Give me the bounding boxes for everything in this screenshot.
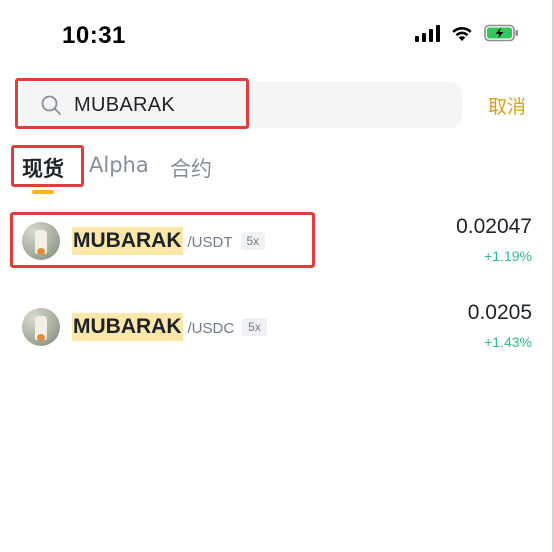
search-input[interactable]: MUBARAK [20, 82, 462, 128]
trading-pair: MUBARAK /USDT 5x [72, 227, 266, 255]
tab-alpha[interactable]: Alpha [89, 153, 149, 177]
coin-avatar [22, 308, 60, 346]
search-icon [41, 95, 61, 115]
leverage-badge: 5x [242, 318, 267, 336]
market-row-usdc[interactable]: MUBARAK /USDC 5x 0.0205 +1.43% [0, 296, 554, 360]
status-icons [415, 24, 520, 42]
trading-pair: MUBARAK /USDC 5x [72, 313, 267, 341]
last-price: 0.0205 [467, 301, 532, 324]
cancel-button[interactable]: 取消 [488, 92, 526, 119]
battery-charging-icon [484, 24, 518, 42]
search-value[interactable]: MUBARAK [74, 94, 175, 117]
tab-futures[interactable]: 合约 [170, 153, 212, 183]
price-change: +1.19% [484, 248, 532, 264]
status-bar: 10:31 [0, 0, 554, 70]
last-price: 0.02047 [456, 215, 532, 238]
search-row: MUBARAK 取消 [0, 78, 554, 132]
price-change: +1.43% [484, 334, 532, 350]
cellular-signal-icon [415, 24, 440, 42]
quote-asset: /USDT [187, 234, 233, 251]
coin-avatar [22, 222, 60, 260]
tab-spot[interactable]: 现货 [22, 153, 64, 183]
wifi-icon [452, 26, 472, 41]
market-tabs: 现货 Alpha 合约 [0, 145, 554, 197]
base-asset: MUBARAK [72, 313, 183, 341]
leverage-badge: 5x [240, 232, 266, 250]
active-tab-indicator [32, 190, 54, 194]
status-time: 10:31 [62, 22, 126, 49]
base-asset: MUBARAK [72, 227, 183, 255]
quote-asset: /USDC [187, 320, 235, 337]
market-row-usdt[interactable]: MUBARAK /USDT 5x 0.02047 +1.19% [0, 210, 554, 274]
